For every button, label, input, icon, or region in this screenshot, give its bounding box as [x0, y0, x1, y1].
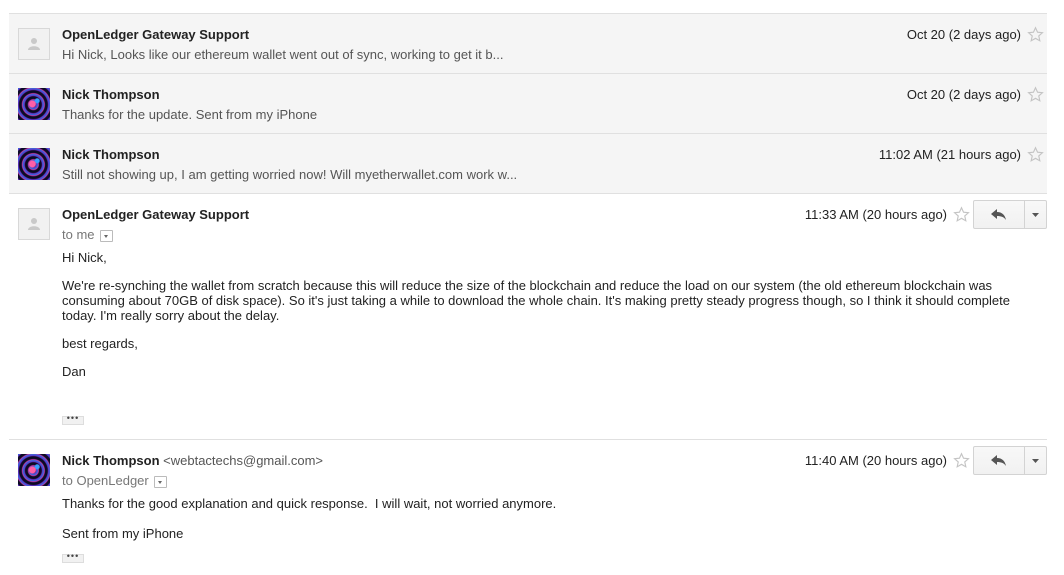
- expanded-message: Nick Thompson <webtactechs@gmail.com> to…: [9, 439, 1047, 575]
- default-person-icon: [18, 28, 50, 60]
- more-options-button[interactable]: [1025, 446, 1047, 475]
- body-paragraph: Sent from my iPhone: [62, 526, 184, 541]
- reply-button-group: [973, 446, 1047, 475]
- email-thread: OpenLedger Gateway Support Hi Nick, Look…: [9, 13, 1047, 575]
- details-toggle-icon[interactable]: [99, 229, 113, 242]
- message-date: Oct 20 (2 days ago): [906, 27, 1021, 42]
- avatar-photo: [18, 148, 50, 180]
- body-paragraph: Dan: [62, 364, 86, 379]
- sender-line: Nick Thompson <webtactechs@gmail.com>: [62, 453, 323, 468]
- star-icon[interactable]: [953, 206, 970, 223]
- collapsed-message[interactable]: Nick Thompson Thanks for the update. Sen…: [9, 73, 1047, 133]
- expanded-message: OpenLedger Gateway Support to me 11:33 A…: [9, 193, 1047, 439]
- sender-name: Nick Thompson: [62, 147, 160, 162]
- recipient-line: to OpenLedger: [62, 473, 167, 488]
- star-icon[interactable]: [1027, 146, 1044, 163]
- sender-name: Nick Thompson: [62, 453, 160, 468]
- recipient-line: to me: [62, 227, 113, 242]
- message-snippet: Still not showing up, I am getting worri…: [62, 167, 518, 182]
- body-paragraph: best regards,: [62, 336, 138, 351]
- more-options-button[interactable]: [1025, 200, 1047, 229]
- recipient-label: to me: [62, 227, 95, 242]
- star-icon[interactable]: [1027, 26, 1044, 43]
- collapsed-message[interactable]: OpenLedger Gateway Support Hi Nick, Look…: [9, 13, 1047, 73]
- sender-name: OpenLedger Gateway Support: [62, 27, 250, 42]
- avatar-photo: [18, 454, 50, 486]
- body-paragraph: We're re-synching the wallet from scratc…: [62, 278, 1010, 323]
- sender-email: <webtactechs@gmail.com>: [163, 453, 324, 468]
- message-date: 11:33 AM (20 hours ago): [804, 207, 947, 222]
- message-date: 11:40 AM (20 hours ago): [804, 453, 947, 468]
- default-person-icon: [18, 208, 50, 240]
- message-date: 11:02 AM (21 hours ago): [878, 147, 1021, 162]
- dropdown-arrow-icon: [1032, 458, 1039, 463]
- avatar-photo: [18, 88, 50, 120]
- message-snippet: Hi Nick, Looks like our ethereum wallet …: [62, 47, 504, 62]
- details-toggle-icon[interactable]: [153, 475, 167, 488]
- reply-arrow-icon: [991, 208, 1006, 220]
- star-icon[interactable]: [953, 452, 970, 469]
- show-trimmed-content-button[interactable]: •••: [62, 414, 84, 425]
- collapsed-message[interactable]: Nick Thompson Still not showing up, I am…: [9, 133, 1047, 193]
- reply-button[interactable]: [973, 446, 1025, 475]
- body-paragraph: Thanks for the good explanation and quic…: [62, 496, 557, 511]
- sender-name: OpenLedger Gateway Support: [62, 207, 250, 222]
- body-paragraph: Hi Nick,: [62, 250, 107, 265]
- recipient-label: to OpenLedger: [62, 473, 149, 488]
- message-snippet: Thanks for the update. Sent from my iPho…: [62, 107, 318, 122]
- star-icon[interactable]: [1027, 86, 1044, 103]
- message-body: Thanks for the good explanation and quic…: [62, 496, 1017, 541]
- message-body: Hi Nick, We're re-synching the wallet fr…: [62, 250, 1017, 379]
- message-date: Oct 20 (2 days ago): [906, 87, 1021, 102]
- dropdown-arrow-icon: [1032, 212, 1039, 217]
- sender-name: Nick Thompson: [62, 87, 160, 102]
- reply-arrow-icon: [991, 454, 1006, 466]
- reply-button-group: [973, 200, 1047, 229]
- reply-button[interactable]: [973, 200, 1025, 229]
- show-trimmed-content-button[interactable]: •••: [62, 552, 84, 563]
